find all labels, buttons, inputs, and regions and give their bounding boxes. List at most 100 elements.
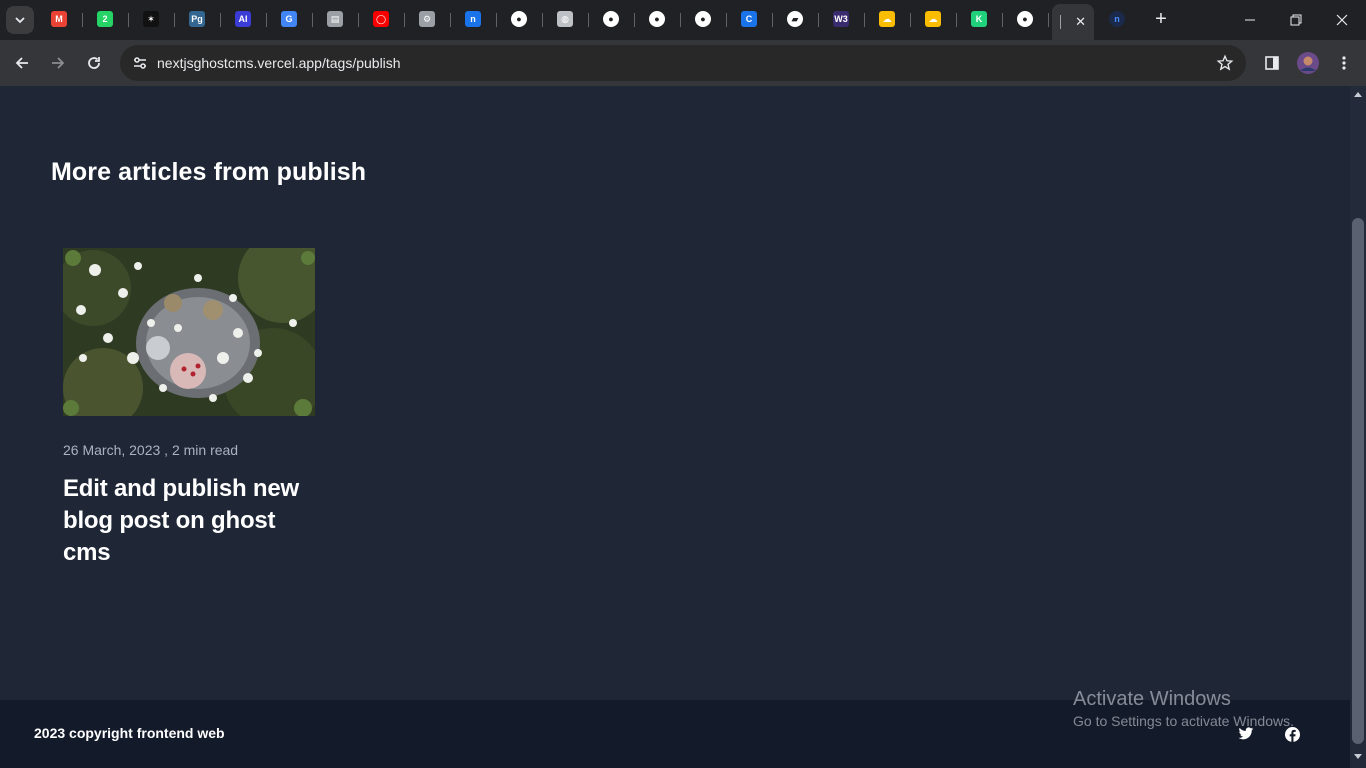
tab-github[interactable]: ● [1014, 8, 1036, 30]
url-text[interactable]: nextjsghostcms.vercel.app/tags/publish [157, 55, 401, 71]
tab-oracle[interactable]: ◯ [370, 8, 392, 30]
site-info-button[interactable] [126, 49, 154, 77]
tab-ai[interactable]: AI [232, 8, 254, 30]
globe-favicon-icon: ◍ [557, 11, 573, 27]
profile-button[interactable] [1294, 49, 1322, 77]
tab-strip: M 2 ✶ Pg AI G ▤ ◯ ⚙ n ● ◍ ● ● ● C ▰ W3 ☁ ☁ K ● ✕ n + [0, 0, 1366, 40]
tab-separator [496, 13, 497, 27]
tab-separator [266, 13, 267, 27]
c-site-favicon-icon: C [741, 11, 757, 27]
tab-separator [772, 13, 773, 27]
side-panel-icon [1265, 56, 1279, 70]
active-tab[interactable]: ✕ [1052, 4, 1094, 40]
article-image[interactable] [63, 248, 315, 416]
oracle-favicon-icon: ◯ [373, 11, 389, 27]
address-bar[interactable]: nextjsghostcms.vercel.app/tags/publish [120, 45, 1246, 81]
pg-favicon-icon: Pg [189, 11, 205, 27]
new-tab-button[interactable]: + [1150, 8, 1172, 30]
tab-pg[interactable]: Pg [186, 8, 208, 30]
reload-button[interactable] [80, 49, 108, 77]
close-window-button[interactable] [1322, 6, 1362, 34]
tab-separator [1002, 13, 1003, 27]
tab-n-site[interactable]: n [462, 8, 484, 30]
page-scrollbar[interactable] [1350, 86, 1366, 768]
tab-dark-site[interactable]: ▰ [784, 8, 806, 30]
tab-separator [680, 13, 681, 27]
gmail-favicon-icon: M [51, 11, 67, 27]
tab-gmail[interactable]: M [48, 8, 70, 30]
menu-button[interactable] [1330, 49, 1358, 77]
twitter-icon [1238, 727, 1254, 740]
arrow-left-icon [15, 57, 28, 69]
tab-search-button[interactable] [6, 6, 34, 34]
tab-separator [910, 13, 911, 27]
github-favicon-icon: ● [649, 11, 665, 27]
tab-globe[interactable]: ◍ [554, 8, 576, 30]
tab-github[interactable]: ● [600, 8, 622, 30]
close-icon [1336, 14, 1348, 26]
reload-icon [88, 57, 100, 69]
windows-activation-watermark: Activate Windows Go to Settings to activ… [1073, 688, 1294, 729]
tab-cloud[interactable]: ☁ [876, 8, 898, 30]
settings-favicon-icon: ⚙ [419, 11, 435, 27]
n-site-favicon-icon: n [465, 11, 481, 27]
minimize-button[interactable] [1230, 6, 1270, 34]
github-favicon-icon: ● [695, 11, 711, 27]
tab-whatsapp[interactable]: 2 [94, 8, 116, 30]
tab-github[interactable]: ● [692, 8, 714, 30]
close-tab-icon[interactable]: ✕ [1075, 14, 1086, 30]
tab-docs[interactable]: ▤ [324, 8, 346, 30]
tab-separator [312, 13, 313, 27]
tab-separator [1048, 13, 1049, 27]
tab-w3[interactable]: W3 [830, 8, 852, 30]
scrollbar-thumb[interactable] [1352, 218, 1364, 744]
tab-separator [358, 13, 359, 27]
page-content: More articles from publish 26 March, 202… [0, 86, 1350, 768]
more-vert-icon [1342, 56, 1346, 70]
cloud-favicon-icon: ☁ [879, 11, 895, 27]
tab-separator [634, 13, 635, 27]
watermark-title: Activate Windows [1073, 688, 1231, 710]
restore-icon [1290, 14, 1302, 26]
whatsapp-favicon-icon: 2 [97, 11, 113, 27]
forward-button[interactable] [44, 49, 72, 77]
tab-separator [956, 13, 957, 27]
tab-favicon-icon: n [1109, 11, 1125, 27]
browser-toolbar: nextjsghostcms.vercel.app/tags/publish [0, 40, 1366, 86]
tab-separator [726, 13, 727, 27]
article-title-link[interactable]: Edit and publish new blog post on ghost … [63, 473, 315, 569]
tab-pinned-app[interactable]: ✶ [140, 8, 162, 30]
arrow-right-icon [52, 57, 65, 69]
back-button[interactable] [8, 49, 36, 77]
github-favicon-icon: ● [1017, 11, 1033, 27]
minimize-icon [1245, 19, 1255, 21]
tab-cloud[interactable]: ☁ [922, 8, 944, 30]
side-panel-button[interactable] [1258, 49, 1286, 77]
w3-favicon-icon: W3 [833, 11, 849, 27]
scroll-up-arrow-icon[interactable] [1354, 92, 1362, 97]
dark-site-favicon-icon: ▰ [787, 11, 803, 27]
tab-settings[interactable]: ⚙ [416, 8, 438, 30]
watermark-subtitle: Go to Settings to activate Windows. [1073, 713, 1294, 729]
tab-separator [1060, 15, 1061, 29]
google-favicon-icon: G [281, 11, 297, 27]
article-card[interactable]: 26 March, 2023 , 2 min read Edit and pub… [63, 248, 315, 569]
tab-github[interactable]: ● [508, 8, 530, 30]
tab-github[interactable]: ● [646, 8, 668, 30]
tab-google[interactable]: G [278, 8, 300, 30]
tab-separator [174, 13, 175, 27]
footer-copyright: 2023 copyright frontend web [34, 725, 225, 741]
scroll-down-arrow-icon[interactable] [1354, 754, 1362, 759]
github-favicon-icon: ● [603, 11, 619, 27]
tab-c-site[interactable]: C [738, 8, 760, 30]
tab-n-site[interactable]: n [1106, 8, 1128, 30]
bookmark-star-icon[interactable] [1216, 54, 1234, 72]
tab-separator [220, 13, 221, 27]
tab-separator [818, 13, 819, 27]
tab-separator [864, 13, 865, 27]
restore-button[interactable] [1276, 6, 1316, 34]
tab-separator [128, 13, 129, 27]
tab-green-app[interactable]: K [968, 8, 990, 30]
pinned-app-favicon-icon: ✶ [143, 11, 159, 27]
green-app-favicon-icon: K [971, 11, 987, 27]
